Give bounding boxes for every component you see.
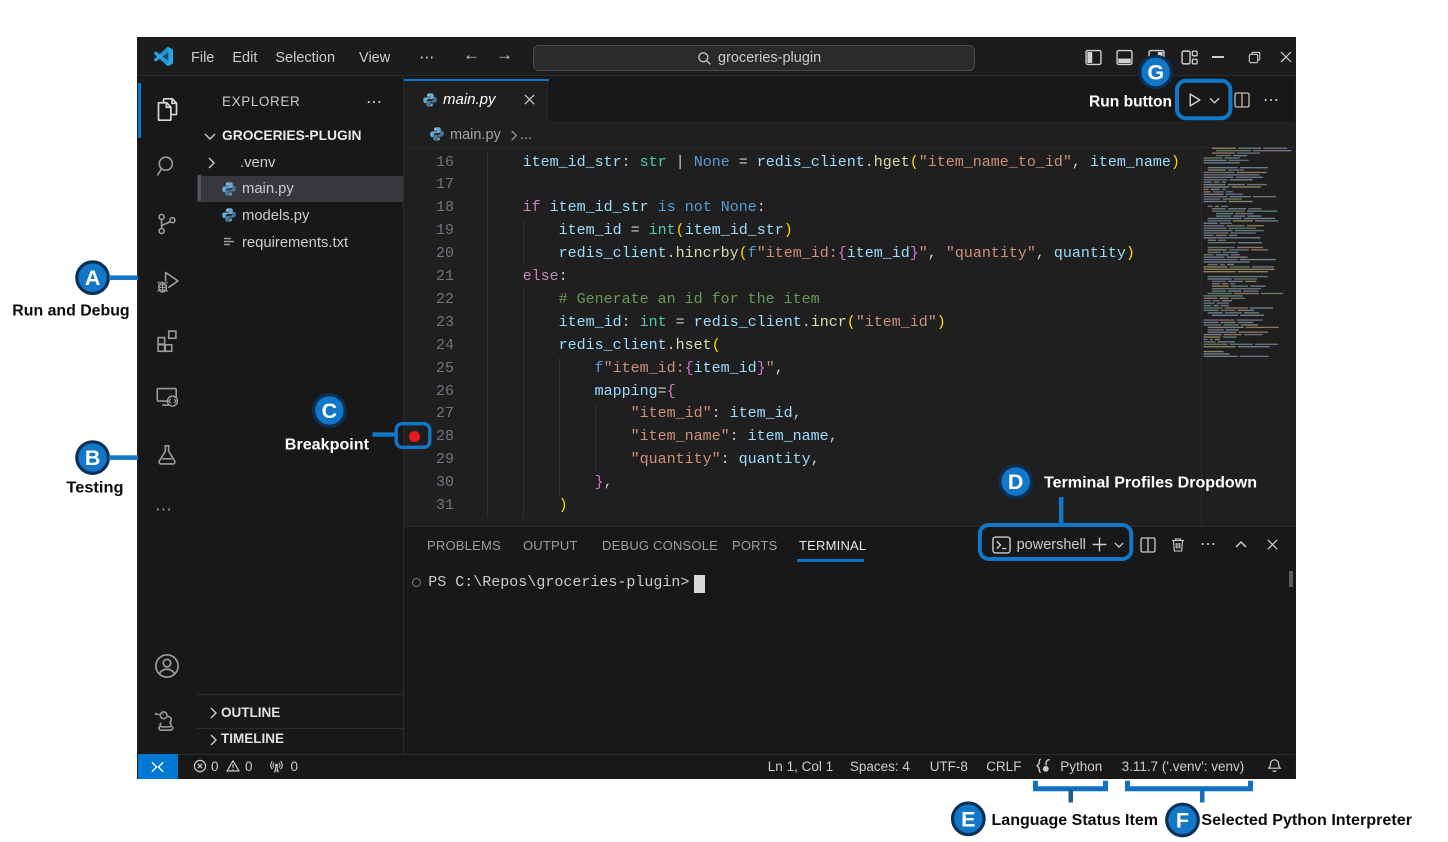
svg-text:C: C (322, 399, 338, 423)
svg-text:Testing: Testing (66, 479, 123, 496)
svg-text:Run button: Run button (1089, 94, 1172, 111)
svg-text:Selected Python Interpreter: Selected Python Interpreter (1201, 812, 1412, 829)
svg-text:Language Status Item: Language Status Item (992, 812, 1159, 829)
svg-text:Breakpoint: Breakpoint (285, 437, 370, 454)
svg-text:Terminal Profiles Dropdown: Terminal Profiles Dropdown (1044, 475, 1257, 492)
svg-text:Run and Debug: Run and Debug (12, 302, 129, 319)
svg-text:E: E (961, 807, 975, 831)
svg-text:A: A (85, 266, 101, 290)
svg-text:F: F (1176, 809, 1189, 833)
svg-text:D: D (1008, 470, 1024, 494)
svg-text:B: B (85, 446, 101, 470)
svg-text:G: G (1147, 61, 1164, 85)
